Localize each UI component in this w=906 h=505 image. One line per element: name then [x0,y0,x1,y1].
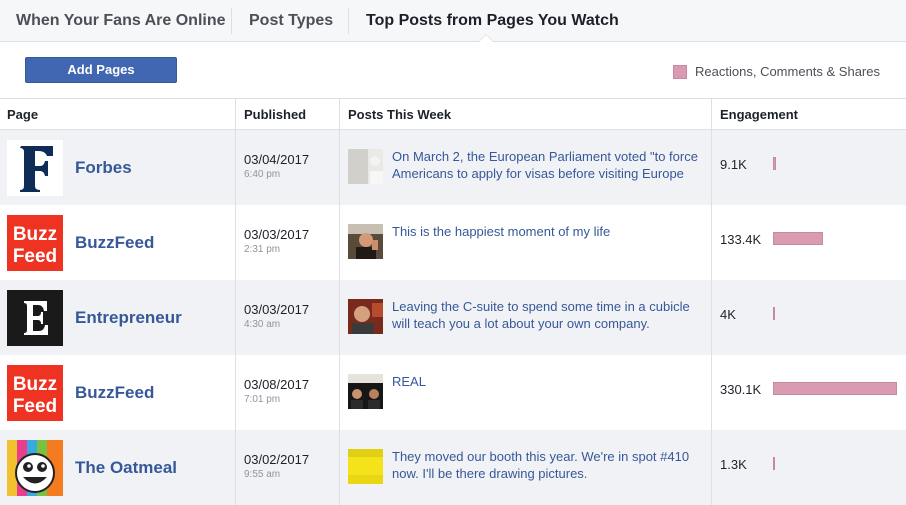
column-divider [339,130,340,205]
column-divider [339,280,340,355]
page-name-link[interactable]: Entrepreneur [75,280,182,355]
svg-text:Buzz: Buzz [13,224,57,245]
entrepreneur-logo-icon[interactable] [7,290,63,346]
column-divider [235,130,236,205]
table-header: Page Published Posts This Week Engagemen… [0,98,906,130]
column-divider [235,355,236,430]
top-posts-table: Page Published Posts This Week Engagemen… [0,98,906,505]
post-text-link[interactable]: REAL [392,373,704,409]
engagement-value: 4K [720,307,736,322]
post-thumbnail[interactable] [348,374,383,409]
column-divider [711,205,712,280]
buzzfeed-logo-icon[interactable]: Buzz Feed [7,365,63,421]
table-row: Buzz Feed BuzzFeed 03/08/2017 7:01 pm RE… [0,355,906,430]
column-divider [235,205,236,280]
published-time: 7:01 pm [244,394,281,405]
column-divider [711,355,712,430]
column-divider [235,99,236,130]
page-name-link[interactable]: The Oatmeal [75,430,177,505]
header-posts-this-week[interactable]: Posts This Week [341,99,451,130]
toolbar: Add Pages Reactions, Comments & Shares [0,42,906,98]
header-page[interactable]: Page [0,99,38,130]
post-thumbnail[interactable] [348,149,383,184]
table-row: Forbes 03/04/2017 6:40 pm On March 2, th… [0,130,906,205]
engagement-value: 9.1K [720,157,747,172]
engagement-bar [773,307,775,320]
column-divider [711,430,712,505]
page-name-link[interactable]: BuzzFeed [75,205,154,280]
page-name-link[interactable]: Forbes [75,130,132,205]
published-time: 4:30 am [244,319,281,330]
legend: Reactions, Comments & Shares [673,64,880,79]
forbes-logo-icon[interactable] [7,140,63,196]
published-date: 03/02/2017 [244,452,310,467]
table-row: The Oatmeal 03/02/2017 9:55 am They move… [0,430,906,505]
published-time: 6:40 pm [244,169,281,180]
svg-text:Feed: Feed [13,246,57,267]
tab-divider [231,8,232,34]
published-date: 03/08/2017 [244,377,310,392]
table-row: Buzz Feed BuzzFeed 03/03/2017 2:31 pm Th… [0,205,906,280]
post-text-link[interactable]: They moved our booth this year. We're in… [392,448,704,484]
legend-label: Reactions, Comments & Shares [695,64,880,79]
engagement-bar [773,382,897,395]
post-text-link[interactable]: This is the happiest moment of my life [392,223,704,259]
page-name-link[interactable]: BuzzFeed [75,355,154,430]
tab-post-types[interactable]: Post Types [249,0,333,42]
post-thumbnail[interactable] [348,449,383,484]
buzzfeed-logo-icon[interactable]: Buzz Feed [7,215,63,271]
tab-bar: When Your Fans Are Online Post Types Top… [0,0,906,42]
engagement-bar [773,157,776,170]
engagement-bar [773,457,775,470]
column-divider [339,205,340,280]
published-date: 03/03/2017 [244,302,310,317]
legend-swatch [673,64,688,79]
engagement-value: 330.1K [720,382,762,397]
published-time: 2:31 pm [244,244,281,255]
engagement-value: 133.4K [720,232,762,247]
svg-text:Feed: Feed [13,396,57,417]
published-date: 03/03/2017 [244,227,310,242]
published-date: 03/04/2017 [244,152,310,167]
active-tab-caret-icon [478,34,494,42]
column-divider [235,430,236,505]
post-text-link[interactable]: Leaving the C-suite to spend some time i… [392,298,704,334]
tab-divider [348,8,349,34]
post-thumbnail[interactable] [348,299,383,334]
column-divider [339,355,340,430]
table-row: Entrepreneur 03/03/2017 4:30 am Leaving … [0,280,906,355]
post-thumbnail[interactable] [348,224,383,259]
engagement-value: 1.3K [720,457,747,472]
header-published[interactable]: Published [237,99,306,130]
column-divider [711,130,712,205]
header-engagement[interactable]: Engagement [713,99,798,130]
column-divider [711,99,712,130]
svg-text:Buzz: Buzz [13,374,57,395]
column-divider [711,280,712,355]
oatmeal-logo-icon[interactable] [7,440,63,496]
column-divider [339,99,340,130]
published-time: 9:55 am [244,469,281,480]
column-divider [235,280,236,355]
column-divider [339,430,340,505]
post-text-link[interactable]: On March 2, the European Parliament vote… [392,148,704,184]
tab-when-fans-online[interactable]: When Your Fans Are Online [16,0,226,42]
engagement-bar [773,232,823,245]
add-pages-button[interactable]: Add Pages [25,57,177,83]
